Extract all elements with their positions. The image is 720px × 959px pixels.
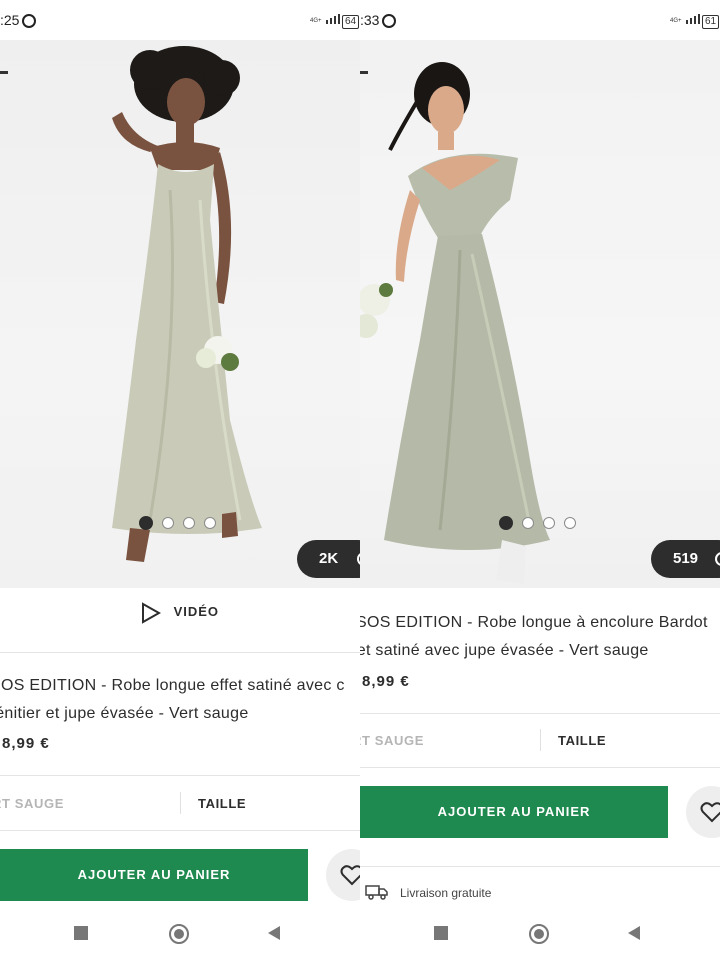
divider: [0, 775, 360, 776]
colour-selector[interactable]: RT SAUGE: [360, 733, 424, 748]
model-photo: [360, 62, 550, 584]
screenshot-right: :33 4G+ 61 ▬ 519 SOS EDITION - Robe long…: [360, 0, 720, 959]
nav-back-icon[interactable]: [628, 926, 640, 940]
gallery-dot[interactable]: [183, 517, 195, 529]
gallery-dot[interactable]: [499, 516, 513, 530]
product-title-line1: SOS EDITION - Robe longue effet satiné a…: [0, 677, 345, 694]
status-time: :33: [360, 12, 380, 28]
gallery-dot[interactable]: [204, 517, 216, 529]
product-price: 8,99 €: [362, 673, 410, 690]
divider: [360, 713, 720, 714]
gallery-dot[interactable]: [543, 517, 555, 529]
nav-home-icon[interactable]: [169, 924, 189, 944]
likes-button[interactable]: 519: [651, 540, 720, 578]
option-separator: [540, 729, 541, 751]
battery-icon: 61: [702, 15, 720, 29]
size-selector[interactable]: TAILLE: [558, 733, 606, 748]
product-title-line2: bénitier et jupe évasée - Vert sauge: [0, 705, 249, 722]
back-icon[interactable]: ▬: [0, 66, 8, 77]
nav-back-icon[interactable]: [268, 926, 280, 940]
gallery-dot[interactable]: [522, 517, 534, 529]
delivery-info: Livraison gratuite: [400, 886, 492, 900]
divider: [360, 767, 720, 768]
divider: [360, 866, 720, 867]
gallery-dot[interactable]: [564, 517, 576, 529]
heart-icon: [715, 552, 720, 566]
battery-icon: 64: [342, 15, 360, 29]
product-title-line2: fet satiné avec jupe évasée - Vert sauge: [360, 642, 649, 659]
size-selector[interactable]: TAILLE: [198, 796, 246, 811]
screenshot-left: :25 4G+ 64 ▬ 2K VIDÉO SOS EDITION - Robe…: [0, 0, 360, 959]
nav-recents-icon[interactable]: [434, 926, 448, 940]
status-bar: :25 4G+ 64: [0, 0, 360, 40]
nav-home-icon[interactable]: [529, 924, 549, 944]
heart-icon: [700, 802, 720, 823]
likes-count: 519: [673, 550, 699, 567]
option-separator: [180, 792, 181, 814]
system-nav-bar: [360, 912, 720, 959]
gallery-dots[interactable]: [139, 516, 216, 530]
divider: [0, 652, 360, 653]
add-to-cart-button[interactable]: AJOUTER AU PANIER: [0, 849, 308, 901]
product-price: 8,99 €: [2, 735, 50, 752]
add-to-cart-button[interactable]: AJOUTER AU PANIER: [360, 786, 668, 838]
colour-selector[interactable]: RT SAUGE: [0, 796, 64, 811]
signal-icon: 4G+: [310, 14, 340, 24]
video-button[interactable]: VIDÉO: [0, 601, 360, 624]
system-nav-bar: [0, 912, 360, 959]
nav-recents-icon[interactable]: [74, 926, 88, 940]
model-photo: [112, 46, 262, 562]
signal-icon: 4G+: [670, 14, 700, 24]
product-image[interactable]: ▬ 519: [360, 40, 720, 588]
product-title-line1: SOS EDITION - Robe longue à encolure Bar…: [360, 614, 708, 631]
alarm-icon: [382, 14, 396, 28]
heart-icon: [340, 865, 360, 886]
wishlist-button[interactable]: [686, 786, 720, 838]
status-bar: :33 4G+ 61: [360, 0, 720, 40]
alarm-icon: [22, 14, 36, 28]
video-label: VIDÉO: [173, 604, 220, 619]
gallery-dot[interactable]: [162, 517, 174, 529]
gallery-dot[interactable]: [139, 516, 153, 530]
likes-count: 2K: [319, 550, 339, 567]
product-image[interactable]: ▬ 2K: [0, 40, 360, 588]
likes-button[interactable]: 2K: [297, 540, 360, 578]
gallery-dots[interactable]: [499, 516, 576, 530]
status-time: :25: [0, 12, 20, 28]
divider: [0, 830, 360, 831]
wishlist-button[interactable]: [326, 849, 360, 901]
back-icon[interactable]: ▬: [360, 66, 368, 77]
truck-icon: [365, 885, 388, 900]
